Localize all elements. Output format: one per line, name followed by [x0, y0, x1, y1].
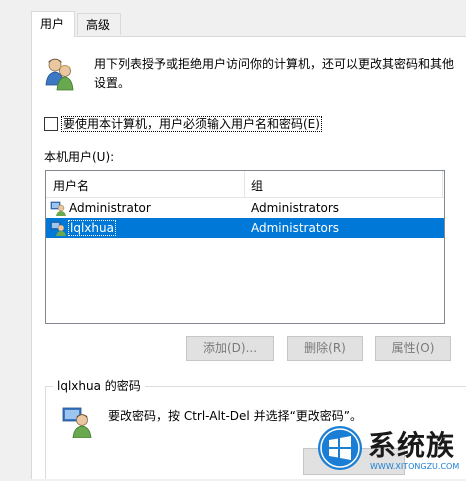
watermark-logo: 系统族 WWW.XITONGZU.COM	[318, 418, 466, 478]
users-list[interactable]: 用户名 组 Administrator Administrators lqlxh…	[45, 170, 445, 324]
watermark-url: WWW.XITONGZU.COM	[370, 462, 460, 471]
remove-button[interactable]: 删除(R)	[287, 336, 363, 361]
table-row[interactable]: lqlxhua Administrators	[46, 218, 444, 238]
description-text: 用下列表授予或拒绝用户访问你的计算机，还可以更改其密码和其他设置。	[94, 57, 455, 90]
properties-button[interactable]: 属性(O)	[375, 336, 451, 361]
row-username: Administrator	[69, 201, 151, 215]
list-header: 用户名 组	[46, 171, 444, 198]
row-group: Administrators	[251, 201, 340, 215]
add-button[interactable]: 添加(D)...	[186, 336, 274, 361]
user-icon	[50, 220, 66, 236]
watermark-brand: 系统族	[368, 429, 456, 462]
password-group-title: lqlxhua 的密码	[53, 377, 145, 394]
require-login-label[interactable]: 要使用本计算机，用户必须输入用户名和密码(E)	[61, 116, 322, 132]
column-divider[interactable]	[442, 171, 443, 197]
require-login-checkbox[interactable]	[44, 117, 58, 131]
local-users-label: 本机用户(U):	[44, 150, 115, 164]
user-key-icon	[62, 404, 92, 439]
tab-advanced[interactable]: 高级	[77, 13, 121, 35]
column-header-group[interactable]: 组	[251, 177, 263, 194]
require-login-row[interactable]: 要使用本计算机，用户必须输入用户名和密码(E)	[44, 116, 322, 132]
user-icon	[50, 200, 66, 216]
users-icon	[45, 57, 75, 91]
table-row[interactable]: Administrator Administrators	[46, 198, 444, 218]
column-header-username[interactable]: 用户名	[53, 177, 89, 194]
row-username: lqlxhua	[68, 220, 116, 236]
row-group: Administrators	[251, 221, 340, 235]
tab-users[interactable]: 用户	[31, 11, 75, 37]
column-divider[interactable]	[244, 171, 245, 197]
